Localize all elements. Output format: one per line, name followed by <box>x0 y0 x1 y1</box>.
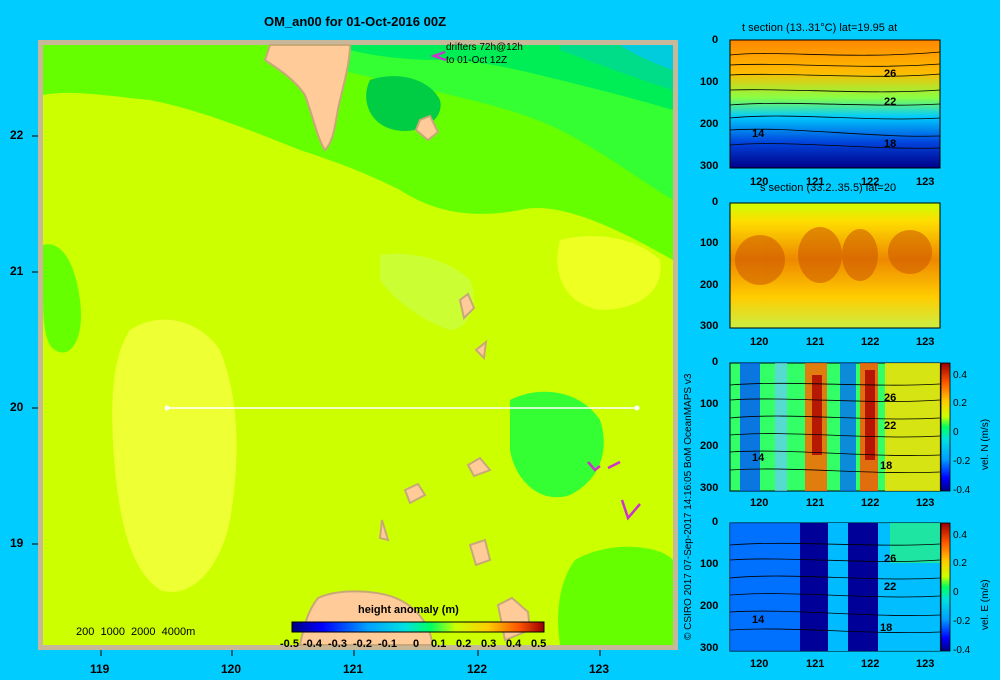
cbar-tick: 0.4 <box>506 638 522 650</box>
p2-x-tick: 122 <box>861 336 880 348</box>
n-contour-label: 26 <box>884 392 897 404</box>
p4-x-tick: 122 <box>861 658 880 670</box>
p1-x-tick: 123 <box>916 176 935 188</box>
p3-x-tick: 122 <box>861 497 880 509</box>
p3-y-tick: 100 <box>700 398 719 410</box>
t-contour-label: 26 <box>884 68 897 80</box>
p1-y-tick: 300 <box>700 160 719 172</box>
p4-x-tick: 123 <box>916 658 935 670</box>
p1-x-tick: 122 <box>861 176 880 188</box>
cbar-tick: -0.5 <box>280 638 299 650</box>
p1-y-tick: 100 <box>700 76 719 88</box>
cbar-tick: 0 <box>413 638 420 650</box>
t-contour-label: 22 <box>884 96 897 108</box>
e-cbar-tick: 0 <box>953 587 959 598</box>
cbar-tick: 0.3 <box>481 638 497 650</box>
map-y-tick: 21 <box>10 264 24 278</box>
n-cbar-tick: 0 <box>953 427 959 438</box>
e-cbar-tick: 0.2 <box>953 558 967 569</box>
p2-x-tick: 121 <box>806 336 825 348</box>
p4-y-tick: 200 <box>700 600 719 612</box>
drifters-label-2: to 01-Oct 12Z <box>446 55 508 66</box>
map-x-tick: 122 <box>467 662 488 676</box>
n-contour-label: 14 <box>752 452 765 464</box>
p2-x-tick: 120 <box>750 336 769 348</box>
vel-e-label: vel. E (m/s) <box>980 579 991 630</box>
p4-y-tick: 0 <box>712 516 719 528</box>
p1-x-tick: 120 <box>750 176 769 188</box>
p4-x-tick: 120 <box>750 658 769 670</box>
p3-x-tick: 121 <box>806 497 825 509</box>
p3-x-tick: 123 <box>916 497 935 509</box>
n-contour-label: 22 <box>884 420 897 432</box>
map-x-tick: 123 <box>589 662 610 676</box>
p1-y-tick: 200 <box>700 118 719 130</box>
cbar-tick: 0.1 <box>431 638 447 650</box>
p3-y-tick: 300 <box>700 482 719 494</box>
cbar-tick: -0.2 <box>353 638 372 650</box>
p4-y-tick: 300 <box>700 642 719 654</box>
p4-x-tick: 121 <box>806 658 825 670</box>
e-contour-label: 18 <box>880 622 893 634</box>
cbar-tick: 0.5 <box>531 638 547 650</box>
p4-y-tick: 100 <box>700 558 719 570</box>
n-cbar-tick: -0.2 <box>953 456 971 467</box>
e-contour-label: 14 <box>752 614 765 626</box>
credit-text: © CSIRO 2017 07-Sep-2017 14:16:05 BoM Oc… <box>683 373 694 640</box>
p2-y-tick: 200 <box>700 279 719 291</box>
n-cbar-tick: 0.2 <box>953 398 967 409</box>
map-x-tick: 121 <box>343 662 364 676</box>
p1-y-tick: 0 <box>712 34 719 46</box>
depth-legend: 200 1000 2000 4000m <box>76 626 196 638</box>
vel-n-label: vel. N (m/s) <box>980 418 991 470</box>
e-contour-label: 26 <box>884 553 897 565</box>
p3-y-tick: 0 <box>712 356 719 368</box>
p1-x-tick: 121 <box>806 176 825 188</box>
map-y-tick: 20 <box>10 400 24 414</box>
e-cbar-tick: -0.2 <box>953 616 971 627</box>
e-cbar-tick: -0.4 <box>953 645 971 656</box>
n-cbar-tick: -0.4 <box>953 485 971 496</box>
colorbar-title: height anomaly (m) <box>358 604 459 616</box>
cbar-tick: -0.4 <box>303 638 322 650</box>
cbar-tick: -0.3 <box>328 638 347 650</box>
t-contour-label: 18 <box>884 138 897 150</box>
p2-y-tick: 0 <box>712 196 719 208</box>
n-cbar-tick: 0.4 <box>953 370 967 381</box>
p2-x-tick: 123 <box>916 336 935 348</box>
n-contour-label: 18 <box>880 460 893 472</box>
e-contour-label: 22 <box>884 581 897 593</box>
p2-y-tick: 100 <box>700 237 719 249</box>
t-contour-label: 14 <box>752 128 765 140</box>
map-x-tick: 120 <box>221 662 242 676</box>
map-y-tick: 22 <box>10 128 24 142</box>
t-section-title: t section (13..31°C) lat=19.95 at <box>742 22 898 34</box>
drifters-label-1: drifters 72h@12h <box>446 42 523 53</box>
e-cbar-tick: 0.4 <box>953 530 967 541</box>
p2-y-tick: 300 <box>700 320 719 332</box>
cbar-tick: 0.2 <box>456 638 472 650</box>
map-y-tick: 19 <box>10 536 24 550</box>
map-x-tick: 119 <box>90 662 110 676</box>
p3-x-tick: 120 <box>750 497 769 509</box>
map-canvas <box>32 39 951 656</box>
cbar-tick: -0.1 <box>378 638 397 650</box>
p3-y-tick: 200 <box>700 440 719 452</box>
